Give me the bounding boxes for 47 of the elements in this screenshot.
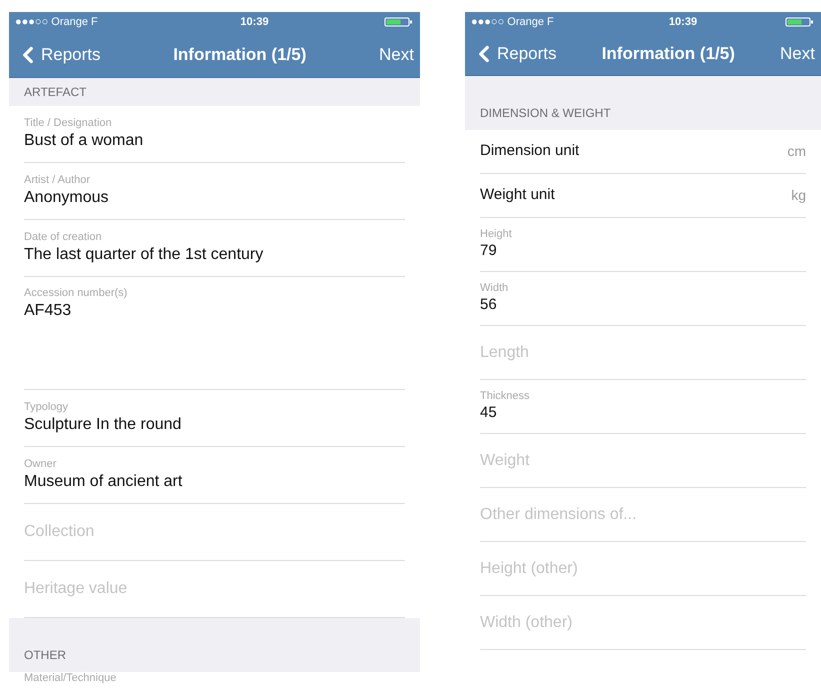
field-value[interactable]: Sculpture In the round bbox=[24, 414, 405, 435]
field-label: Width bbox=[480, 282, 510, 296]
battery-icon bbox=[384, 17, 414, 27]
input-field[interactable]: Width (other) bbox=[480, 610, 806, 634]
nav-title: Information (1/5) bbox=[602, 42, 735, 65]
back-button[interactable]: Reports bbox=[15, 42, 101, 68]
input-field[interactable]: Collection bbox=[24, 520, 405, 544]
row-label: Weight unit bbox=[480, 185, 555, 206]
field-label: Title / Designation bbox=[24, 117, 113, 131]
input-field[interactable]: Heritage value bbox=[24, 577, 405, 601]
field-label: Typology bbox=[24, 401, 70, 415]
input-field[interactable]: Height (other) bbox=[480, 556, 806, 580]
section-title: DIMENSION & WEIGHT bbox=[480, 105, 611, 122]
next-button[interactable]: Next bbox=[379, 42, 414, 68]
field-value[interactable]: 45 bbox=[480, 404, 806, 423]
input-field[interactable]: Length bbox=[480, 340, 806, 364]
field-label: Owner bbox=[24, 458, 58, 472]
nav-title: Information (1/5) bbox=[173, 44, 306, 66]
row-value: cm bbox=[787, 142, 806, 161]
carrier-text: ●●●○○ Orange F bbox=[471, 14, 555, 30]
input-field[interactable]: Weight bbox=[480, 448, 806, 472]
next-button[interactable]: Next bbox=[780, 40, 815, 66]
time-text: 10:39 bbox=[668, 14, 698, 30]
carrier-text: ●●●○○ Orange F bbox=[15, 14, 99, 30]
field-label: Height bbox=[480, 228, 513, 242]
section-title: ARTEFACT bbox=[24, 84, 86, 101]
field-value[interactable]: 56 bbox=[480, 296, 806, 315]
field-value[interactable]: Anonymous bbox=[24, 188, 405, 208]
field-value[interactable]: Bust of a woman bbox=[24, 130, 405, 151]
battery-icon bbox=[784, 17, 815, 27]
field-value[interactable]: Museum of ancient art bbox=[24, 472, 405, 492]
back-button[interactable]: Reports bbox=[471, 40, 557, 66]
field-label: Thickness bbox=[480, 390, 531, 404]
row-label: Dimension unit bbox=[480, 141, 580, 162]
section-title: OTHER bbox=[24, 647, 66, 664]
field-label: Accession number(s) bbox=[24, 287, 128, 301]
field-value[interactable]: The last quarter of the 1st century bbox=[24, 244, 405, 265]
time-text: 10:39 bbox=[240, 14, 269, 30]
picker-row[interactable]: Weight unit kg bbox=[480, 174, 806, 218]
input-field[interactable]: Other dimensions of... bbox=[480, 502, 806, 526]
row-value: kg bbox=[791, 186, 806, 205]
field-label: Material/Technique bbox=[24, 672, 116, 686]
picker-row[interactable]: Dimension unit cm bbox=[480, 130, 806, 174]
field-value[interactable]: AF453 bbox=[24, 300, 405, 321]
field-label: Date of creation bbox=[24, 231, 103, 245]
field-value[interactable]: 79 bbox=[480, 242, 806, 261]
field-label: Artist / Author bbox=[24, 174, 92, 188]
